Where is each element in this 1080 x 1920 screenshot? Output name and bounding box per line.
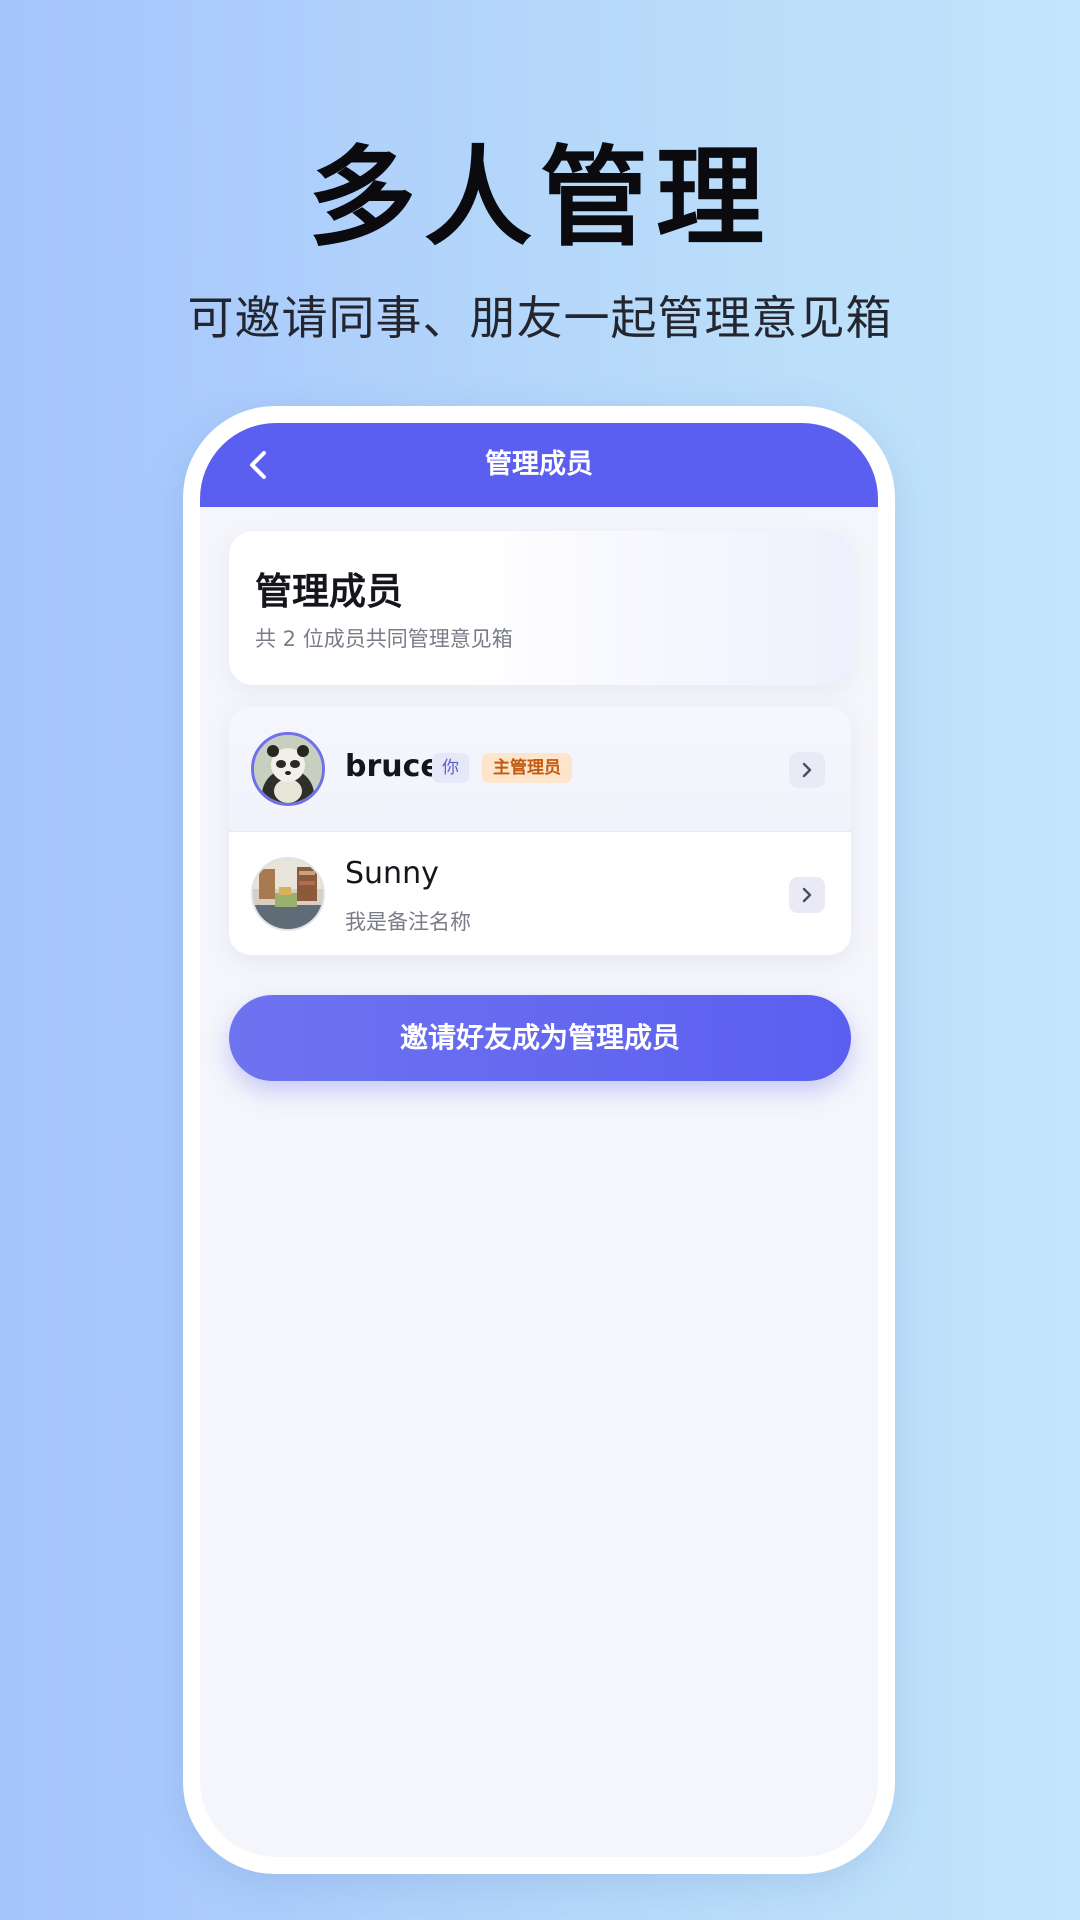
app-bar-title: 管理成员 — [485, 449, 593, 480]
panda-avatar-icon — [254, 735, 322, 803]
you-badge: 你 — [432, 753, 469, 783]
member-row[interactable]: bruce 你 主管理员 — [229, 707, 851, 832]
member-remark: 我是备注名称 — [345, 910, 471, 934]
chevron-right-icon — [802, 762, 812, 778]
invite-member-button[interactable]: 邀请好友成为管理成员 — [229, 995, 851, 1081]
phone-frame: 管理成员 管理成员 共 2 位成员共同管理意见箱 bruce 你 主管理员 Su… — [183, 406, 895, 1874]
member-detail-button[interactable] — [789, 877, 825, 913]
avatar — [251, 857, 325, 931]
member-row[interactable]: Sunny 我是备注名称 — [229, 832, 851, 955]
hero-subtitle: 可邀请同事、朋友一起管理意见箱 — [187, 291, 893, 345]
room-photo-avatar-icon — [253, 859, 323, 929]
info-card-description: 共 2 位成员共同管理意见箱 — [255, 627, 513, 651]
info-card: 管理成员 共 2 位成员共同管理意见箱 — [229, 531, 851, 685]
member-name: bruce — [345, 749, 441, 784]
member-detail-button[interactable] — [789, 752, 825, 788]
owner-admin-badge: 主管理员 — [482, 753, 572, 783]
chevron-right-icon — [802, 887, 812, 903]
member-name: Sunny — [345, 856, 439, 891]
avatar — [251, 732, 325, 806]
info-card-title: 管理成员 — [255, 570, 403, 613]
hero-title: 多人管理 — [307, 136, 772, 261]
app-screen: 管理成员 管理成员 共 2 位成员共同管理意见箱 bruce 你 主管理员 Su… — [200, 423, 878, 1857]
app-bar: 管理成员 — [200, 423, 878, 507]
members-list: bruce 你 主管理员 Sunny 我是备注名称 — [229, 707, 851, 955]
